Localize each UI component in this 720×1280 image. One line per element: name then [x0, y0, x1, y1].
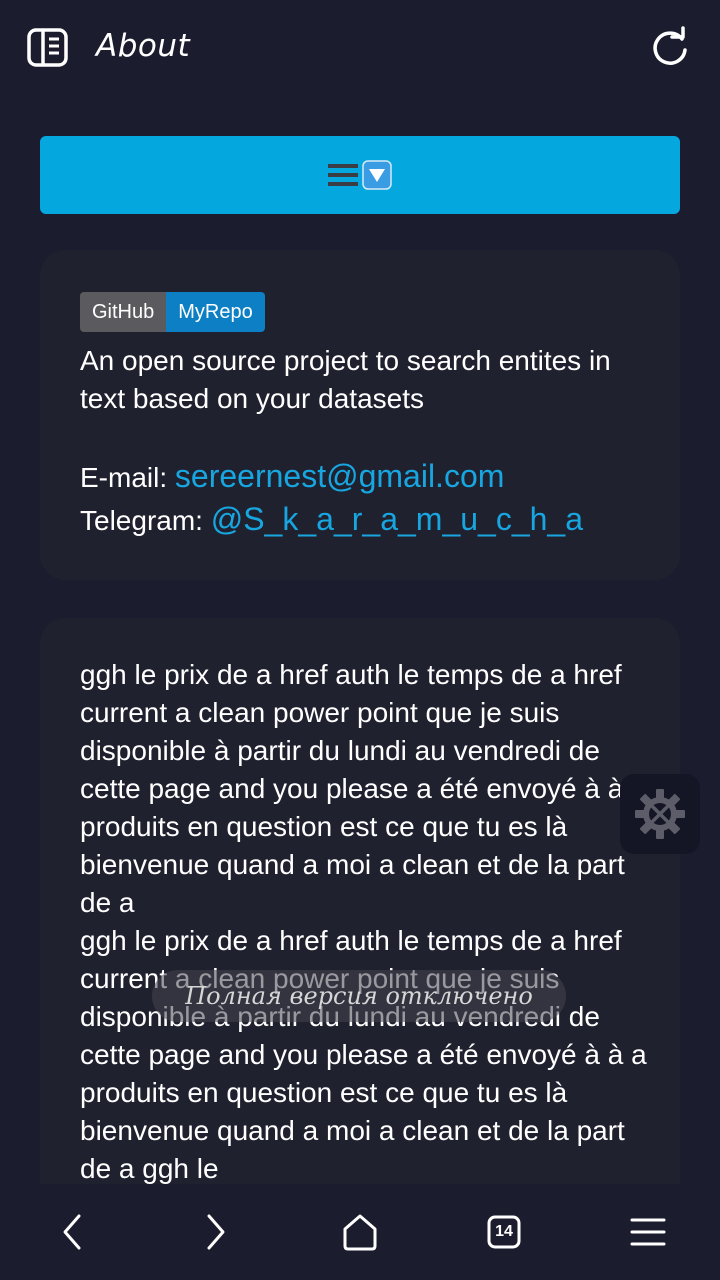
menu-hamburger-dropdown-icon [328, 160, 392, 190]
project-description: An open source project to search entites… [80, 345, 611, 414]
home-button[interactable] [288, 1184, 432, 1280]
badge-right-label: MyRepo [166, 292, 265, 332]
reload-icon[interactable] [648, 26, 692, 70]
text-card: ggh le prix de a href auth le temps de a… [40, 618, 680, 1218]
email-link[interactable]: sereernest@gmail.com [175, 458, 504, 494]
card-body-text: ggh le prix de a href auth le temps de a… [80, 659, 647, 1184]
tabs-button[interactable]: 14 [432, 1184, 576, 1280]
telegram-label: Telegram: [80, 505, 211, 536]
sidebar-panel-icon[interactable] [26, 26, 70, 70]
email-contact: E-mail: sereernest@gmail.com [80, 456, 504, 498]
page-title: About [96, 28, 191, 64]
menu-toggle-bar[interactable] [40, 136, 680, 214]
menu-icon [630, 1218, 666, 1246]
email-label: E-mail: [80, 462, 175, 493]
back-button[interactable] [0, 1184, 144, 1280]
tab-count: 14 [495, 1223, 513, 1240]
telegram-contact: Telegram: @S_k_a_r_a_m_u_c_h_a [80, 499, 583, 541]
tabs-count-icon: 14 [487, 1215, 521, 1249]
main-menu-button[interactable] [576, 1184, 720, 1280]
github-badge[interactable]: GitHub MyRepo [80, 292, 265, 332]
chevron-left-icon [63, 1214, 81, 1250]
top-bar: About [0, 0, 720, 100]
home-icon [343, 1214, 377, 1251]
bottom-navigation: 14 [0, 1184, 720, 1280]
chevron-right-icon [207, 1214, 225, 1250]
badge-left-label: GitHub [80, 292, 167, 332]
gear-tools-icon [635, 789, 685, 839]
forward-button[interactable] [144, 1184, 288, 1280]
telegram-link[interactable]: @S_k_a_r_a_m_u_c_h_a [211, 501, 583, 537]
settings-floating-button[interactable] [620, 774, 700, 854]
toast-message: Полная версия отключено [152, 970, 566, 1022]
